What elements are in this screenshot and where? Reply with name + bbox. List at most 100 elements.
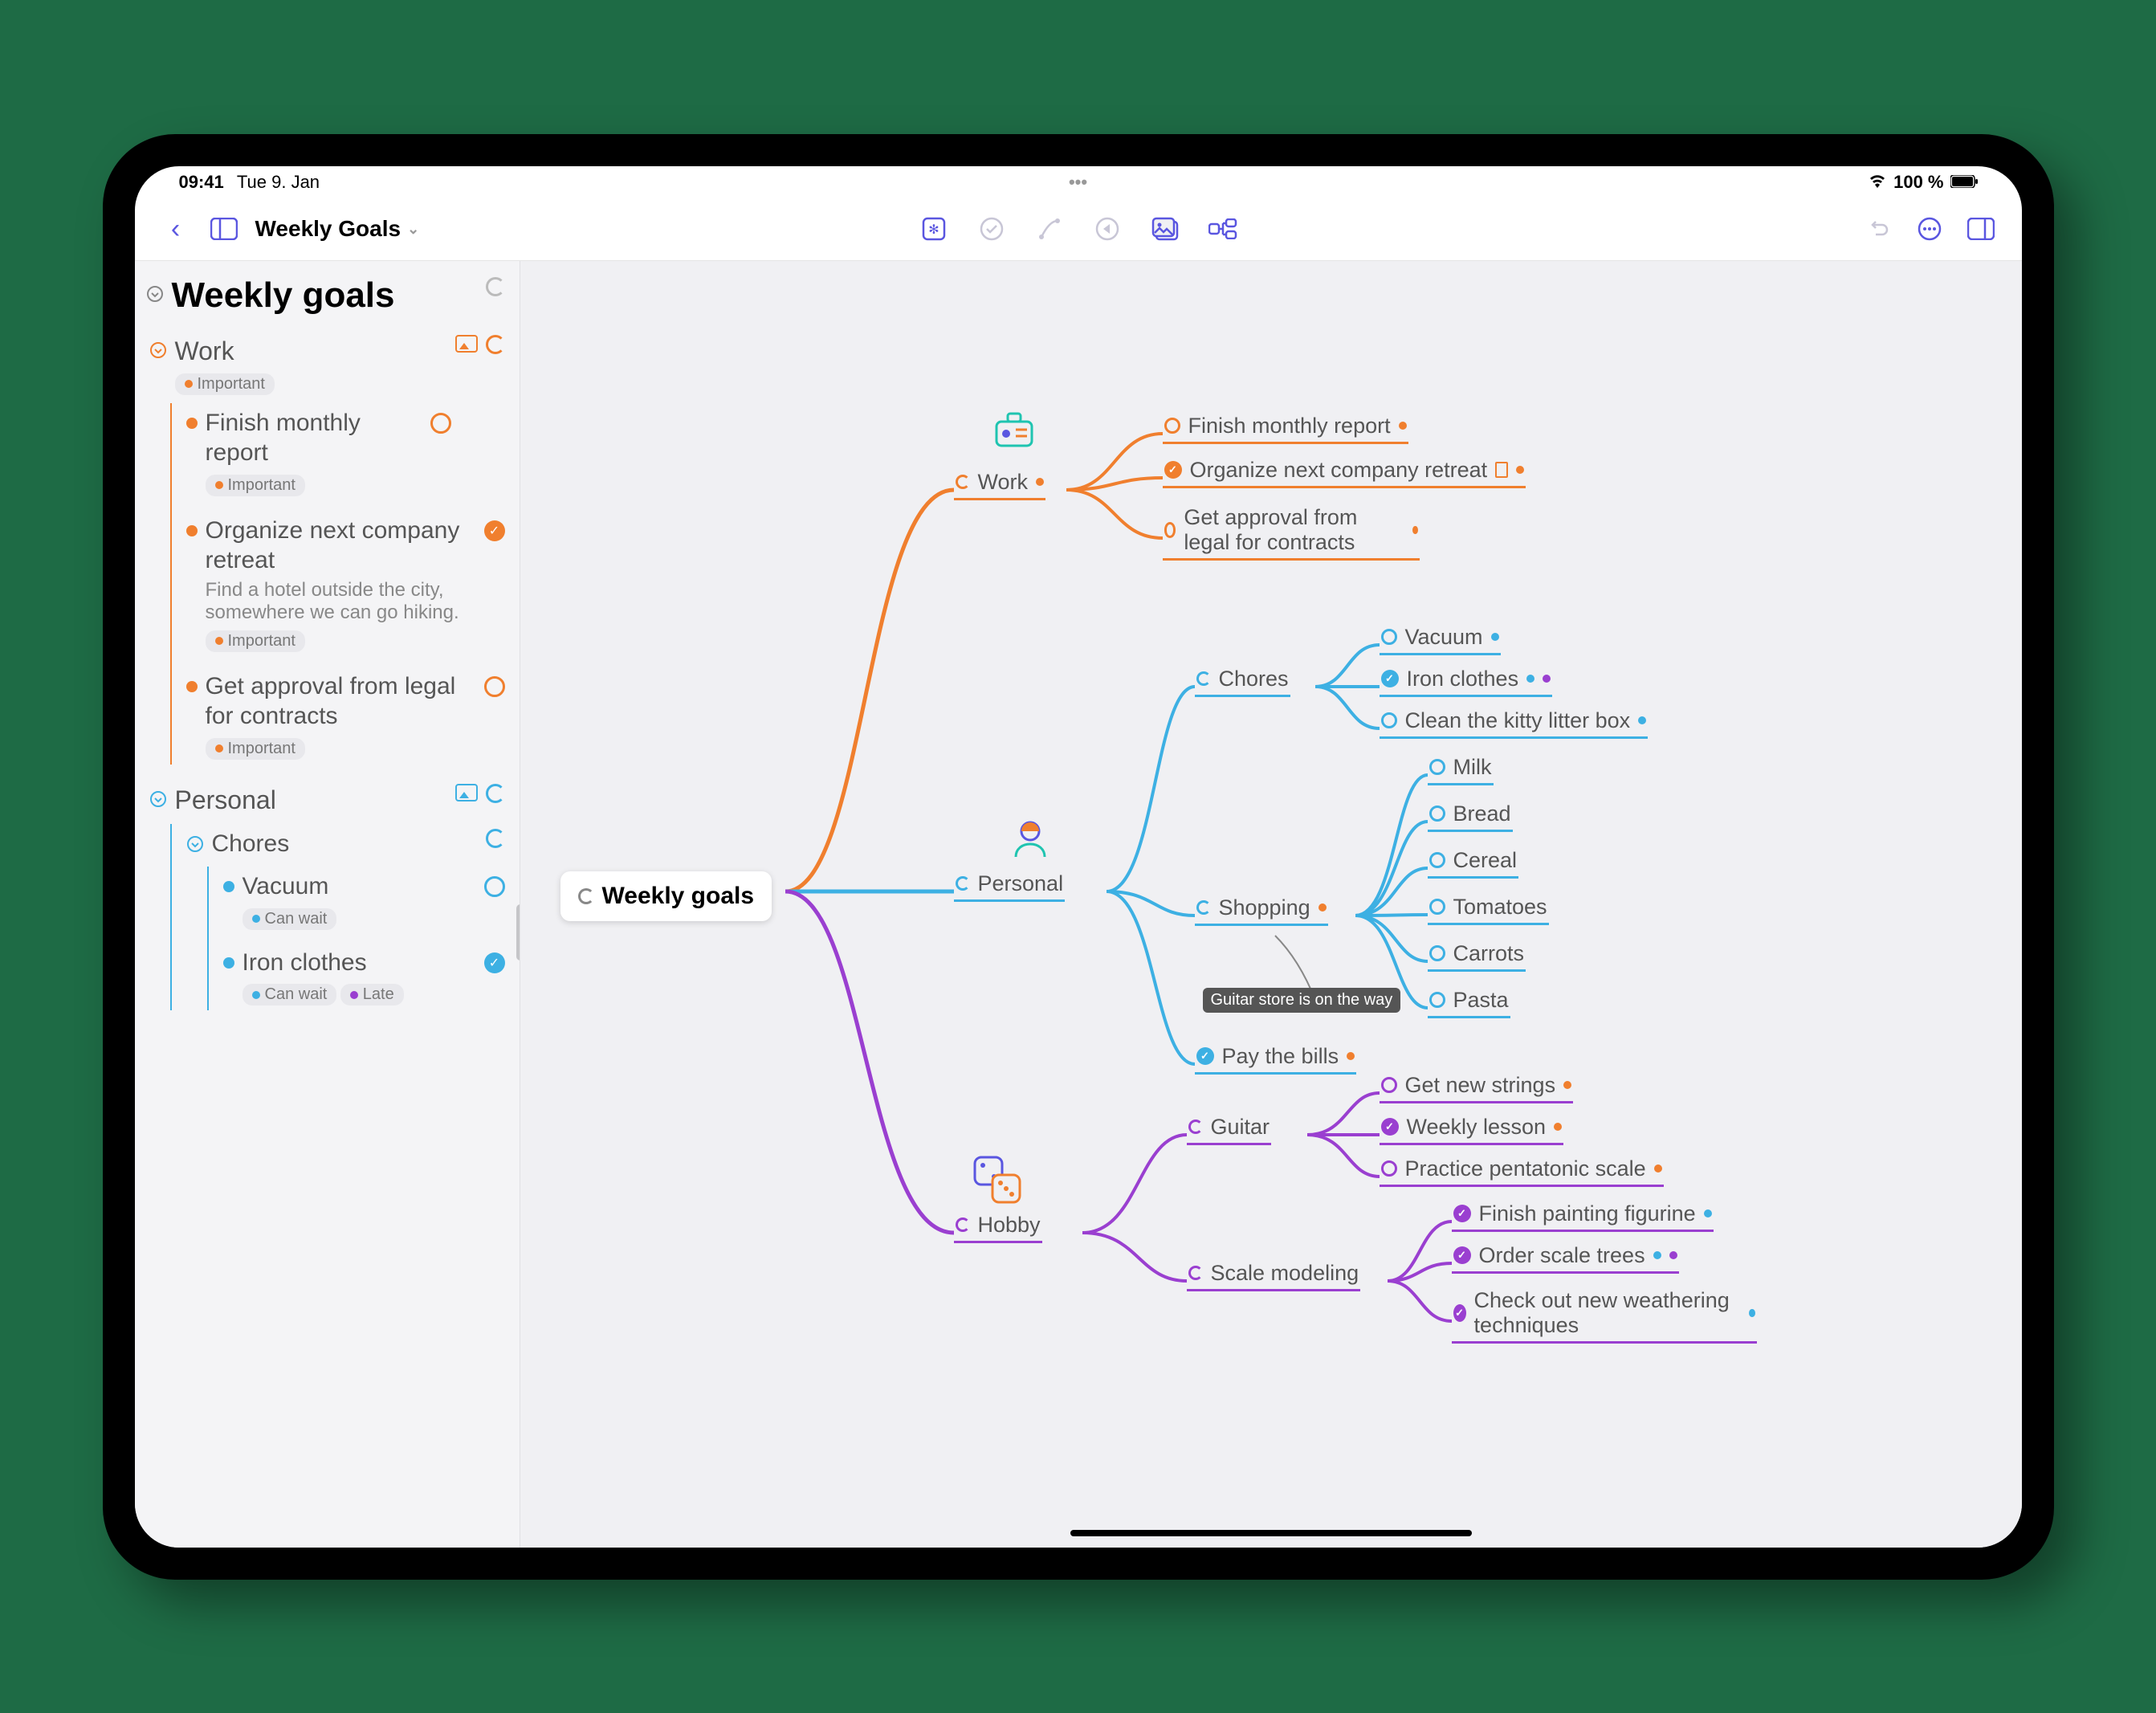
mm-node-shopping[interactable]: Shopping [1195,892,1328,926]
mm-node[interactable]: Pasta [1428,985,1510,1018]
mm-node[interactable]: Milk [1428,752,1494,785]
task-circle-icon[interactable] [1429,852,1445,868]
mm-node-scale[interactable]: Scale modeling [1187,1258,1361,1291]
home-indicator[interactable] [1070,1530,1472,1536]
collapse-icon[interactable] [186,835,204,857]
task-done-icon[interactable]: ✓ [1196,1047,1214,1065]
mm-node-guitar[interactable]: Guitar [1187,1111,1272,1145]
tag-important[interactable]: Important [206,738,305,760]
person-icon [1006,815,1054,863]
outline-node-work[interactable]: Work [175,335,447,367]
mm-node[interactable]: Practice pentatonic scale [1380,1153,1664,1187]
progress-icon [486,784,505,803]
mm-node-hobby[interactable]: Hobby [954,1209,1042,1243]
mm-root-node[interactable]: Weekly goals [560,871,772,921]
back-button[interactable]: ‹ [159,212,193,246]
mm-node[interactable]: Bread [1428,798,1513,832]
task-done-icon[interactable]: ✓ [484,520,505,541]
progress-icon [1196,671,1211,686]
task-circle-icon[interactable] [1164,418,1180,434]
layout-button[interactable] [1206,212,1240,246]
task-done-icon[interactable]: ✓ [1164,461,1182,479]
task-circle-icon[interactable] [1429,899,1445,915]
outline-note[interactable]: Find a hotel outside the city, somewhere… [206,579,476,624]
outline-node[interactable]: Iron clothes [242,948,476,978]
outline-node[interactable]: Organize next company retreat [206,516,476,576]
mm-node-paybills[interactable]: ✓Pay the bills [1195,1041,1357,1075]
connect-button[interactable] [1033,212,1066,246]
more-button[interactable] [1913,212,1946,246]
annotation-tooltip[interactable]: Guitar store is on the way [1203,988,1401,1013]
outline-node-personal[interactable]: Personal [175,784,447,816]
task-circle-icon[interactable] [1429,806,1445,822]
tag-dot [1563,1081,1571,1089]
focus-button[interactable] [1090,212,1124,246]
mm-node[interactable]: ✓Iron clothes [1380,663,1553,697]
sidebar-toggle-button[interactable] [207,212,241,246]
task-button[interactable] [975,212,1009,246]
tag-important[interactable]: Important [206,475,305,496]
mm-node[interactable]: ✓Order scale trees [1452,1240,1679,1274]
task-circle-icon[interactable] [484,876,505,897]
task-done-icon[interactable]: ✓ [484,952,505,973]
wifi-icon [1868,172,1887,193]
mm-node[interactable]: Get new strings [1380,1070,1574,1103]
multitask-dots[interactable]: ••• [1069,172,1087,193]
collapse-icon[interactable] [149,341,167,363]
bullet-icon [223,957,234,969]
task-circle-icon[interactable] [1381,629,1397,645]
mm-node[interactable]: Tomatoes [1428,891,1549,925]
task-done-icon[interactable]: ✓ [1453,1246,1471,1264]
mm-node-personal[interactable]: Personal [954,868,1066,902]
task-circle-icon[interactable] [1164,522,1176,538]
style-button[interactable]: ✻ [917,212,951,246]
main-area: Weekly goals Work Imp [135,261,2022,1548]
mm-node[interactable]: Cereal [1428,845,1519,879]
tag-canwait[interactable]: Can wait [242,908,337,930]
outline-sidebar[interactable]: Weekly goals Work Imp [135,261,520,1548]
task-done-icon[interactable]: ✓ [1381,670,1399,687]
outline-node[interactable]: Finish monthly report [206,408,422,468]
inspector-toggle-button[interactable] [1964,212,1998,246]
document-title[interactable]: Weekly Goals ⌄ [255,216,420,242]
mm-node[interactable]: Clean the kitty litter box [1380,705,1649,739]
progress-icon [1188,1266,1203,1280]
outline-title[interactable]: Weekly goals [172,277,478,314]
mm-node[interactable]: ✓Weekly lesson [1380,1111,1564,1145]
collapse-icon[interactable] [149,790,167,812]
mm-node[interactable]: Carrots [1428,938,1526,972]
mm-node[interactable]: ✓Organize next company retreat [1163,455,1526,488]
tag-late[interactable]: Late [340,984,404,1005]
outline-node-chores[interactable]: Chores [212,829,478,859]
outline-node[interactable]: Vacuum [242,871,476,902]
task-circle-icon[interactable] [1381,1160,1397,1177]
mm-node[interactable]: ✓Check out new weathering techniques [1452,1285,1757,1344]
outline-node[interactable]: Get approval from legal for contracts [206,671,476,732]
task-done-icon[interactable]: ✓ [1381,1118,1399,1136]
status-bar: 09:41 Tue 9. Jan ••• 100 % [135,166,2022,198]
task-circle-icon[interactable] [1429,759,1445,775]
task-circle-icon[interactable] [1429,945,1445,961]
mm-node-work[interactable]: Work [954,467,1046,500]
mm-node[interactable]: Vacuum [1380,622,1501,655]
tag-important[interactable]: Important [175,373,275,395]
mm-node-chores[interactable]: Chores [1195,663,1290,697]
mm-node[interactable]: ✓Finish painting figurine [1452,1198,1714,1232]
task-circle-icon[interactable] [1381,1077,1397,1093]
task-done-icon[interactable]: ✓ [1453,1304,1466,1322]
mm-node[interactable]: Get approval from legal for contracts [1163,502,1420,561]
tag-important[interactable]: Important [206,630,305,652]
undo-button[interactable] [1861,212,1895,246]
task-circle-icon[interactable] [1429,992,1445,1008]
task-circle-icon[interactable] [1381,712,1397,728]
collapse-icon[interactable] [146,285,164,307]
mm-node[interactable]: Finish monthly report [1163,410,1408,444]
tag-dot [1704,1209,1712,1217]
mindmap-canvas[interactable]: Weekly goals Work Finish monthly report … [520,261,2022,1548]
task-circle-icon[interactable] [484,676,505,697]
tag-canwait[interactable]: Can wait [242,984,337,1005]
task-circle-icon[interactable] [430,413,451,434]
task-done-icon[interactable]: ✓ [1453,1205,1471,1222]
tag-dot [1554,1123,1562,1131]
image-button[interactable] [1148,212,1182,246]
